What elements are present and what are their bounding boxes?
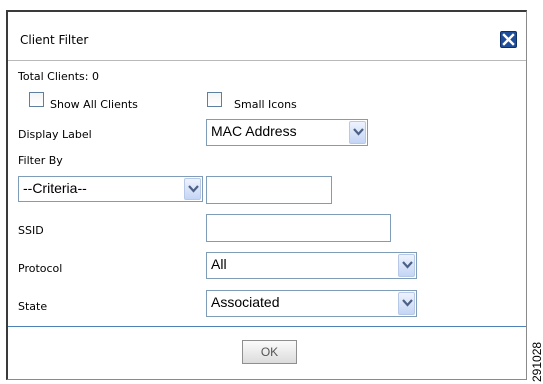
- dialog-titlebar: Client Filter: [8, 12, 526, 61]
- client-filter-dialog: Client Filter Total Clients: 0 Show All …: [6, 10, 527, 380]
- ok-button[interactable]: OK: [242, 340, 297, 364]
- state-label: State: [18, 300, 48, 313]
- ssid-input[interactable]: [206, 214, 391, 242]
- small-icons-checkbox[interactable]: [207, 92, 222, 107]
- chevron-down-icon: [402, 299, 413, 307]
- display-label-select-value: MAC Address: [211, 123, 297, 139]
- state-dropdown-button[interactable]: [398, 292, 415, 315]
- filter-criteria-dropdown-button[interactable]: [184, 178, 201, 200]
- protocol-label: Protocol: [18, 262, 63, 275]
- small-icons-label: Small Icons: [234, 98, 297, 111]
- screen: Client Filter Total Clients: 0 Show All …: [0, 0, 543, 384]
- chevron-down-icon: [188, 185, 199, 193]
- filter-criteria-select[interactable]: --Criteria--: [18, 176, 203, 202]
- total-clients-label: Total Clients: 0: [18, 70, 99, 83]
- ssid-label: SSID: [18, 224, 44, 237]
- show-all-clients-label: Show All Clients: [50, 98, 138, 111]
- close-icon: [502, 33, 515, 46]
- close-button[interactable]: [500, 31, 517, 48]
- protocol-dropdown-button[interactable]: [398, 254, 415, 277]
- display-label-label: Display Label: [18, 128, 92, 141]
- figure-id: 291028: [530, 341, 543, 382]
- protocol-select[interactable]: All: [206, 252, 417, 279]
- chevron-down-icon: [402, 261, 413, 269]
- protocol-select-value: All: [211, 256, 227, 272]
- filter-criteria-select-value: --Criteria--: [23, 180, 87, 196]
- footer-divider: [8, 326, 526, 327]
- show-all-clients-checkbox[interactable]: [29, 92, 44, 107]
- filter-criteria-input[interactable]: [206, 176, 332, 204]
- display-label-dropdown-button[interactable]: [349, 121, 366, 144]
- display-label-select[interactable]: MAC Address: [206, 119, 368, 146]
- state-select-value: Associated: [211, 294, 280, 310]
- chevron-down-icon: [353, 128, 364, 136]
- filter-by-label: Filter By: [18, 154, 63, 167]
- dialog-title: Client Filter: [20, 33, 89, 47]
- state-select[interactable]: Associated: [206, 290, 417, 317]
